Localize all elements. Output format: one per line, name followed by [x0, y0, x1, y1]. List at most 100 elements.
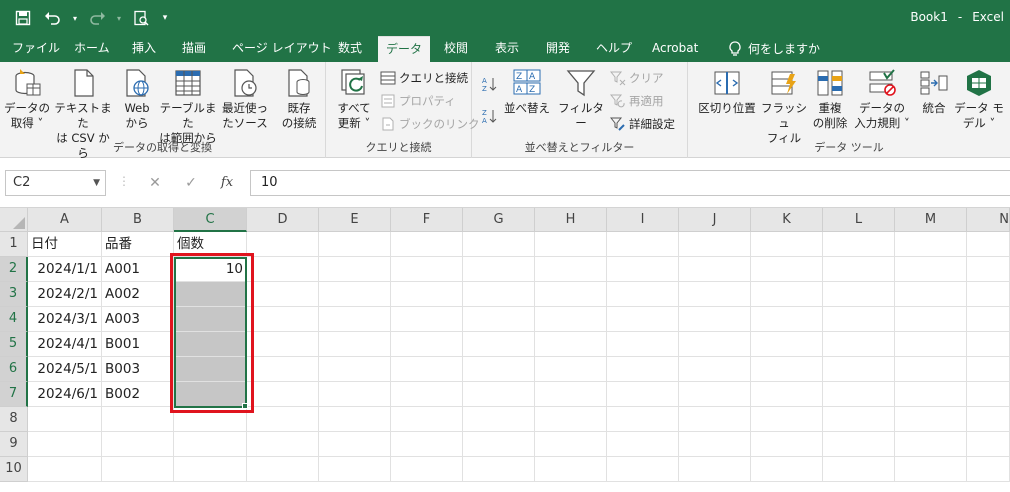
- consolidate-button[interactable]: 統合: [914, 68, 954, 116]
- cell-h4[interactable]: [535, 307, 607, 332]
- cell-h5[interactable]: [535, 332, 607, 357]
- cell-i8[interactable]: [607, 407, 679, 432]
- row-header-10[interactable]: 10: [0, 457, 28, 482]
- tab-review[interactable]: 校閲: [438, 36, 474, 62]
- filter-button[interactable]: フィルター: [556, 68, 606, 131]
- cell-l1[interactable]: [823, 232, 895, 257]
- cell-e4[interactable]: [319, 307, 391, 332]
- cell-m9[interactable]: [895, 432, 967, 457]
- cell-k9[interactable]: [751, 432, 823, 457]
- cell-i5[interactable]: [607, 332, 679, 357]
- column-header-m[interactable]: M: [895, 208, 967, 232]
- cell-h6[interactable]: [535, 357, 607, 382]
- cell-f8[interactable]: [391, 407, 463, 432]
- cell-a9[interactable]: [28, 432, 102, 457]
- cell-j6[interactable]: [679, 357, 751, 382]
- cell-k10[interactable]: [751, 457, 823, 482]
- column-header-l[interactable]: L: [823, 208, 895, 232]
- cell-a3[interactable]: 2024/2/1: [28, 282, 102, 307]
- tab-formulas[interactable]: 数式: [332, 36, 368, 62]
- cell-a7[interactable]: 2024/6/1: [28, 382, 102, 407]
- cell-i3[interactable]: [607, 282, 679, 307]
- row-header-7[interactable]: 7: [0, 382, 28, 407]
- cell-b10[interactable]: [102, 457, 174, 482]
- cell-g5[interactable]: [463, 332, 535, 357]
- cell-e10[interactable]: [319, 457, 391, 482]
- formula-input[interactable]: 10: [250, 170, 1010, 196]
- cell-e1[interactable]: [319, 232, 391, 257]
- cell-l10[interactable]: [823, 457, 895, 482]
- cell-b3[interactable]: A002: [102, 282, 174, 307]
- cell-b9[interactable]: [102, 432, 174, 457]
- cell-i2[interactable]: [607, 257, 679, 282]
- cell-e2[interactable]: [319, 257, 391, 282]
- redo-button[interactable]: [84, 7, 110, 29]
- cell-a6[interactable]: 2024/5/1: [28, 357, 102, 382]
- cell-h7[interactable]: [535, 382, 607, 407]
- advanced-filter-button[interactable]: 詳細設定: [610, 114, 675, 134]
- cell-a2[interactable]: 2024/1/1: [28, 257, 102, 282]
- cell-d4[interactable]: [247, 307, 319, 332]
- cell-k8[interactable]: [751, 407, 823, 432]
- cell-e6[interactable]: [319, 357, 391, 382]
- cell-j2[interactable]: [679, 257, 751, 282]
- cell-i4[interactable]: [607, 307, 679, 332]
- cell-n3[interactable]: [967, 282, 1010, 307]
- undo-button[interactable]: [40, 7, 66, 29]
- cell-b5[interactable]: B001: [102, 332, 174, 357]
- cell-d6[interactable]: [247, 357, 319, 382]
- cell-g10[interactable]: [463, 457, 535, 482]
- cell-j10[interactable]: [679, 457, 751, 482]
- name-box[interactable]: C2 ▼: [5, 170, 106, 196]
- column-header-f[interactable]: F: [391, 208, 463, 232]
- cell-f6[interactable]: [391, 357, 463, 382]
- cell-l8[interactable]: [823, 407, 895, 432]
- refresh-all-button[interactable]: すべて 更新 ˅: [332, 68, 376, 131]
- cell-i1[interactable]: [607, 232, 679, 257]
- cell-a4[interactable]: 2024/3/1: [28, 307, 102, 332]
- cell-d2[interactable]: [247, 257, 319, 282]
- cell-f4[interactable]: [391, 307, 463, 332]
- cancel-button[interactable]: ✕: [138, 170, 172, 196]
- remove-duplicates-button[interactable]: 重複 の削除: [808, 68, 852, 131]
- sort-button[interactable]: ZAAZ 並べ替え: [502, 68, 552, 116]
- cell-l9[interactable]: [823, 432, 895, 457]
- cell-e3[interactable]: [319, 282, 391, 307]
- cell-j4[interactable]: [679, 307, 751, 332]
- cell-l3[interactable]: [823, 282, 895, 307]
- column-header-h[interactable]: H: [535, 208, 607, 232]
- cell-b2[interactable]: A001: [102, 257, 174, 282]
- tab-page-layout[interactable]: ページ レイアウト: [226, 36, 338, 62]
- cell-b4[interactable]: A003: [102, 307, 174, 332]
- column-header-b[interactable]: B: [102, 208, 174, 232]
- cell-m3[interactable]: [895, 282, 967, 307]
- tab-file[interactable]: ファイル: [6, 36, 66, 62]
- cell-n5[interactable]: [967, 332, 1010, 357]
- cell-f1[interactable]: [391, 232, 463, 257]
- cell-i10[interactable]: [607, 457, 679, 482]
- cell-m5[interactable]: [895, 332, 967, 357]
- cell-d8[interactable]: [247, 407, 319, 432]
- row-header-3[interactable]: 3: [0, 282, 28, 307]
- cell-i9[interactable]: [607, 432, 679, 457]
- data-model-button[interactable]: データ モ デル ˅: [954, 68, 1004, 131]
- cell-l5[interactable]: [823, 332, 895, 357]
- existing-connections-button[interactable]: 既存 の接続: [276, 68, 322, 131]
- cell-d7[interactable]: [247, 382, 319, 407]
- enter-button[interactable]: ✓: [174, 170, 208, 196]
- select-all-button[interactable]: [0, 208, 28, 232]
- cell-m8[interactable]: [895, 407, 967, 432]
- cell-n4[interactable]: [967, 307, 1010, 332]
- column-header-n[interactable]: N: [967, 208, 1010, 232]
- cell-d3[interactable]: [247, 282, 319, 307]
- cell-g9[interactable]: [463, 432, 535, 457]
- cell-g6[interactable]: [463, 357, 535, 382]
- cell-m4[interactable]: [895, 307, 967, 332]
- tab-help[interactable]: ヘルプ: [590, 36, 638, 62]
- data-validation-button[interactable]: データの 入力規則 ˅: [852, 68, 912, 131]
- cell-b8[interactable]: [102, 407, 174, 432]
- cell-h2[interactable]: [535, 257, 607, 282]
- row-header-9[interactable]: 9: [0, 432, 28, 457]
- insert-function-button[interactable]: fx: [210, 170, 244, 196]
- cell-h9[interactable]: [535, 432, 607, 457]
